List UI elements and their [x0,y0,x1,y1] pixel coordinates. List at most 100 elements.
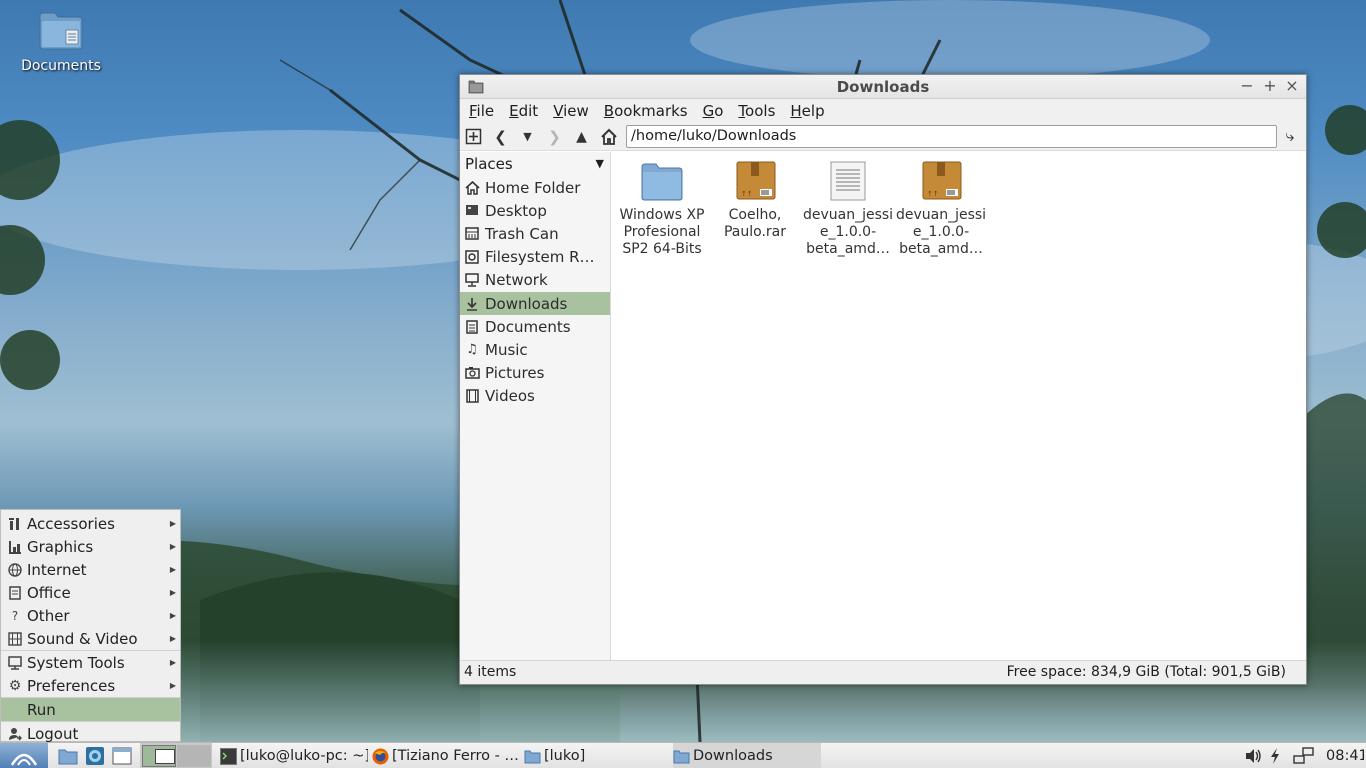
menu-edit[interactable]: Edit [509,102,538,120]
sidebar-item-trash[interactable]: Trash Can [460,222,610,245]
file-view[interactable]: Windows XP Profesional SP2 64-Bits ↑↑ Co… [612,152,1306,661]
toolbar: ❮ ▼ ❯ ▲ /home/luko/Downloads ⤷ [460,123,1306,151]
graphics-icon [7,539,23,555]
menu-item-accessories[interactable]: Accessories ▶ [1,512,180,535]
archive-icon: ↑↑ [919,161,963,201]
desktop-icon-documents[interactable]: Documents [18,10,104,74]
menu-file[interactable]: File [469,102,494,120]
file-item[interactable]: ↑↑ devuan_jessi e_1.0.0- beta_amd… [895,161,987,258]
sidebar-item-label: Desktop [485,201,547,220]
folder-icon [640,161,684,201]
new-tab-button[interactable] [460,125,487,149]
volume-tray[interactable] [1244,743,1264,768]
sidebar-item-home[interactable]: Home Folder [460,176,610,199]
sidebar-item-videos[interactable]: Videos [460,384,610,407]
sidebar-item-label: Documents [485,317,571,336]
file-name-line: devuan_jessi [802,207,894,223]
file-item[interactable]: ↑↑ Coelho, Paulo.rar [709,161,801,241]
submenu-arrow-icon: ▶ [169,658,176,667]
sidebar-item-pictures[interactable]: Pictures [460,361,610,384]
file-name-line: Profesional [623,224,701,240]
menu-item-run[interactable]: Run [1,698,180,721]
network-tray[interactable] [1292,743,1316,768]
start-menu: Accessories ▶ Graphics ▶ Internet ▶ Office ▶… [0,509,181,743]
drive-icon [464,249,480,265]
menu-label: elp [801,102,825,120]
launcher-file-manager[interactable] [56,743,80,768]
history-dropdown-button[interactable]: ▼ [514,125,541,149]
file-item[interactable]: Windows XP Profesional SP2 64-Bits [616,161,708,258]
item-count: 4 items [464,664,517,680]
minimize-button[interactable]: − [1238,77,1256,95]
up-button[interactable]: ▲ [568,125,595,149]
menu-mnemonic: B [603,102,615,120]
submenu-arrow-icon: ▶ [169,565,176,574]
power-tray[interactable] [1266,743,1284,768]
places-header-label: Places [465,155,513,173]
workspace-pager[interactable] [140,743,212,768]
logout-icon [7,726,23,742]
menu-item-internet[interactable]: Internet ▶ [1,558,180,581]
task-downloads[interactable]: Downloads [673,743,821,768]
task-folder-luko[interactable]: [luko] [524,743,669,768]
path-input[interactable]: /home/luko/Downloads [626,125,1277,148]
clock[interactable]: 08:41 [1326,743,1364,768]
back-button[interactable]: ❮ [487,125,514,149]
workspace-2[interactable] [177,745,211,767]
sidebar-item-music[interactable]: ♫ Music [460,338,610,361]
task-firefox[interactable]: [Tiziano Ferro - … [372,743,518,768]
accessories-icon [7,516,23,532]
menu-item-preferences[interactable]: ⚙ Preferences ▶ [1,674,180,697]
menu-item-system-tools[interactable]: System Tools ▶ [1,651,180,674]
sidebar-item-label: Filesystem R… [485,247,595,266]
launcher-browser[interactable] [83,743,107,768]
sidebar-item-label: Downloads [485,294,568,313]
network-icon [1293,747,1314,764]
text-file-icon [826,161,870,201]
maximize-button[interactable]: + [1261,77,1279,95]
download-icon [464,296,480,312]
sidebar-item-desktop[interactable]: Desktop [460,199,610,222]
sidebar-item-filesystem[interactable]: Filesystem R… [460,245,610,268]
file-name-line: beta_amd… [899,241,983,257]
menu-mnemonic: G [702,102,715,120]
globe-icon [7,562,23,578]
file-name-line: SP2 64-Bits [622,241,702,257]
desktop-icon-label: Documents [21,58,101,74]
task-terminal[interactable]: [luko@luko-pc: ~] [220,743,368,768]
menu-mnemonic: E [509,102,519,120]
sidebar-item-network[interactable]: Network [460,268,610,291]
sidebar-item-downloads[interactable]: Downloads [460,292,610,315]
workspace-1[interactable] [142,745,176,767]
menu-view[interactable]: View [553,102,589,120]
menu-item-label: Accessories [27,514,115,533]
caret-down-icon: ▼ [595,157,604,170]
window-titlebar[interactable]: Downloads − + × [460,75,1306,99]
monitor-icon [7,655,23,671]
lightning-icon [1271,748,1279,764]
launcher-window[interactable] [110,743,134,768]
menu-item-office[interactable]: Office ▶ [1,581,180,604]
home-icon [464,180,480,196]
menu-mnemonic: F [469,102,477,120]
forward-button[interactable]: ❯ [541,125,568,149]
menu-item-other[interactable]: ? Other ▶ [1,604,180,627]
menu-item-sound-video[interactable]: Sound & Video ▶ [1,627,180,650]
start-menu-button[interactable] [0,743,48,768]
menu-bookmarks[interactable]: Bookmarks [604,102,688,120]
home-icon [600,128,617,145]
menu-mnemonic: H [790,102,802,120]
menu-go[interactable]: Go [703,102,724,120]
submenu-arrow-icon: ▶ [169,611,176,620]
sidebar-item-documents[interactable]: Documents [460,315,610,338]
places-header[interactable]: Places ▼ [460,152,610,176]
menu-help[interactable]: Help [790,102,824,120]
home-button[interactable] [595,125,622,149]
file-item[interactable]: devuan_jessi e_1.0.0- beta_amd… [802,161,894,258]
close-button[interactable]: × [1283,77,1301,95]
office-icon [7,585,23,601]
menu-tools[interactable]: Tools [738,102,775,120]
go-button[interactable]: ⤷ [1280,126,1300,148]
menu-label: dit [518,102,539,120]
menu-item-graphics[interactable]: Graphics ▶ [1,535,180,558]
